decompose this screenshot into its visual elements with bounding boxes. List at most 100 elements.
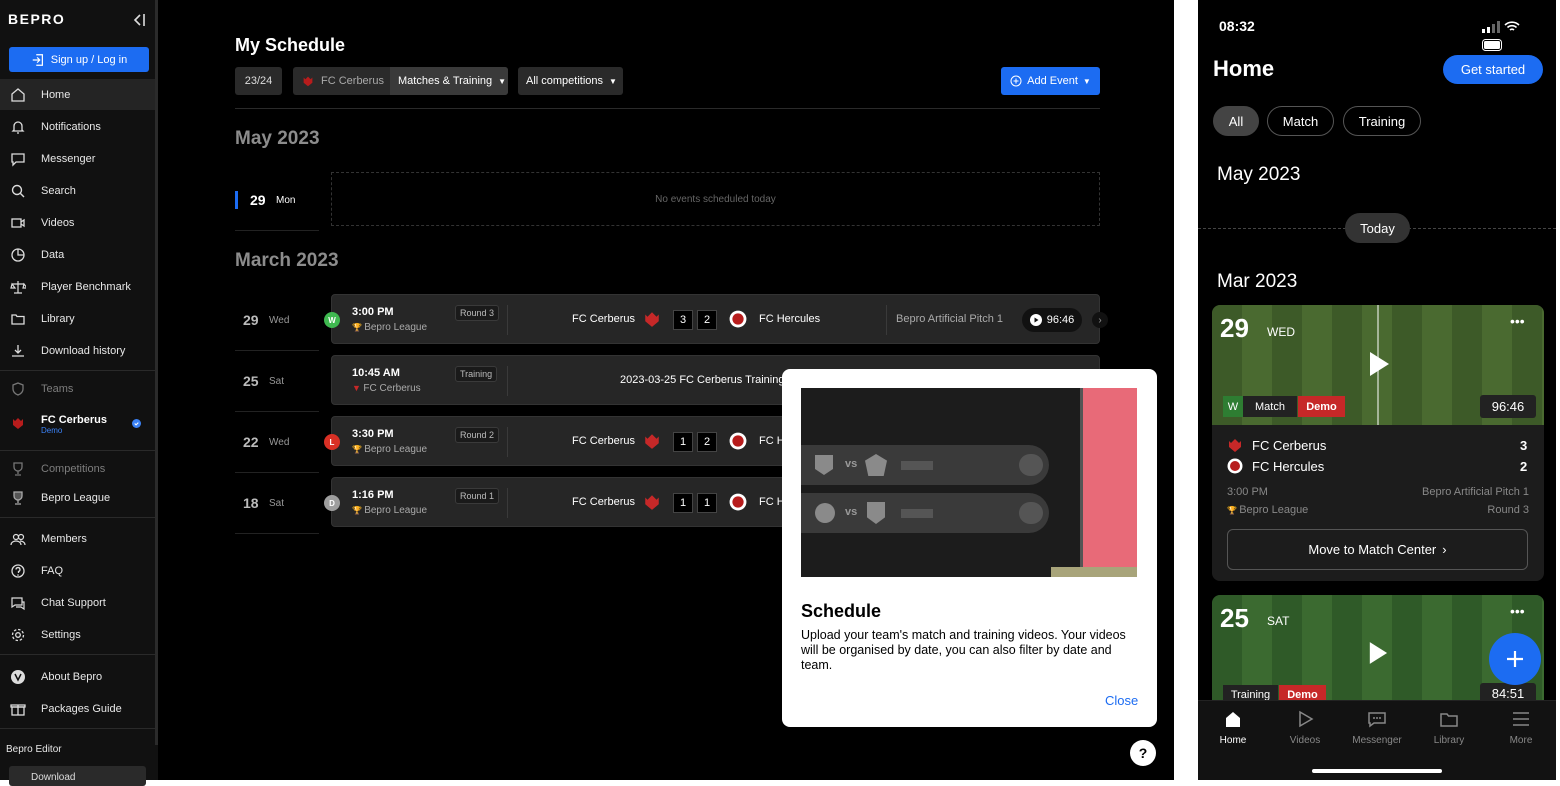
ball-icon — [815, 503, 835, 523]
card-divider — [507, 488, 508, 518]
trophy-icon: 🏆 — [352, 445, 365, 454]
sidebar-item-settings[interactable]: Settings — [0, 619, 155, 650]
get-started-button[interactable]: Get started — [1443, 55, 1543, 84]
sidebar-item-packages-guide[interactable]: Packages Guide — [0, 693, 155, 724]
hercules-crest-icon — [729, 432, 747, 450]
play-outline-icon — [1299, 710, 1314, 728]
sidebar-item-label: Members — [41, 532, 87, 545]
type-badge: Match — [1243, 396, 1297, 417]
close-button[interactable]: Close — [1105, 693, 1138, 708]
chat-bubble-icon — [11, 152, 25, 167]
sidebar-item-chat-support[interactable]: Chat Support — [0, 587, 155, 618]
more-options-icon[interactable]: ••• — [1510, 313, 1525, 329]
match-event-card[interactable]: W 3:00 PM 🏆 Bepro League Round 3 FC Cerb… — [324, 294, 1108, 344]
venue: Bepro Artificial Pitch 1 — [896, 313, 1003, 325]
teams-header: Teams — [0, 373, 155, 404]
sidebar-item-label: Home — [41, 88, 71, 101]
away-team: FC Hercules — [759, 313, 821, 325]
shield-icon — [12, 381, 24, 396]
sidebar-item-about-bepro[interactable]: About Bepro — [0, 661, 155, 692]
video-duration: 96:46 — [1046, 314, 1075, 326]
season-selector[interactable]: 23/24 — [235, 67, 282, 95]
play-icon — [1029, 314, 1042, 326]
trophy-icon: 🏆 — [1227, 506, 1240, 515]
add-fab-button[interactable] — [1489, 633, 1541, 685]
gift-icon — [10, 703, 26, 716]
chevron-right-icon[interactable]: › — [1092, 312, 1108, 328]
team-crest-icon: ▼ — [352, 383, 364, 393]
empty-day-slot: No events scheduled today — [331, 172, 1100, 226]
type-filter-dropdown[interactable]: Matches & Training ▼ — [390, 67, 508, 95]
play-icon[interactable] — [1368, 351, 1390, 377]
cerberus-crest-icon — [645, 434, 659, 449]
sidebar: BEPRO Sign up / Log in Home Notification… — [0, 0, 158, 786]
play-icon[interactable] — [1368, 641, 1388, 665]
sidebar-item-data[interactable]: Data — [0, 239, 155, 270]
add-event-button[interactable]: Add Event ▼ — [1001, 67, 1100, 95]
shield-icon — [815, 455, 833, 475]
sidebar-competition-bepro-league[interactable]: Bepro League — [0, 482, 155, 513]
card-weekday: SAT — [1267, 614, 1290, 628]
sidebar-item-notifications[interactable]: Notifications — [0, 111, 155, 142]
video-camera-icon — [1019, 454, 1043, 476]
sidebar-item-player-benchmark[interactable]: Player Benchmark — [0, 271, 155, 302]
team-filter[interactable]: FC Cerberus Matches & Training ▼ — [293, 67, 508, 95]
tab-label: Home — [1219, 735, 1247, 746]
sidebar-item-label: Player Benchmark — [41, 280, 131, 293]
hercules-crest-icon — [729, 493, 747, 511]
filter-all[interactable]: All — [1213, 106, 1259, 136]
match-thumbnail[interactable]: 29 WED ••• W Match Demo 96:46 — [1212, 305, 1544, 425]
collapse-sidebar-icon[interactable] — [131, 12, 147, 28]
sidebar-item-messenger[interactable]: Messenger — [0, 143, 155, 174]
today-marker — [235, 191, 238, 209]
trophy-icon: 🏆 — [352, 323, 365, 332]
training-title: 2023-03-25 FC Cerberus Training — [620, 374, 785, 386]
sidebar-item-faq[interactable]: FAQ — [0, 555, 155, 586]
card-divider — [507, 427, 508, 457]
card-divider — [507, 366, 508, 396]
signup-login-button[interactable]: Sign up / Log in — [9, 47, 149, 72]
move-to-match-center-button[interactable]: Move to Match Center › — [1227, 529, 1528, 570]
competition-name: Bepro League — [364, 505, 428, 516]
tab-home[interactable]: Home — [1203, 709, 1263, 746]
search-icon — [11, 184, 25, 197]
tab-videos[interactable]: Videos — [1275, 709, 1335, 746]
sidebar-item-download-history[interactable]: Download history — [0, 335, 155, 366]
sidebar-item-home[interactable]: Home — [0, 79, 155, 110]
away-score: 2 — [1520, 459, 1528, 474]
sidebar-item-library[interactable]: Library — [0, 303, 155, 334]
day-number: 22 — [243, 434, 259, 450]
signal-icon — [1482, 21, 1500, 33]
help-button[interactable]: ? — [1130, 740, 1156, 766]
tab-messenger[interactable]: Messenger — [1347, 709, 1407, 746]
login-icon — [32, 53, 43, 66]
filter-match[interactable]: Match — [1267, 106, 1334, 136]
day-number: 29 — [250, 192, 266, 208]
event-competition: 🏆 Bepro League — [352, 505, 427, 516]
card-day: 25 — [1220, 603, 1249, 633]
popup-title: Schedule — [801, 601, 882, 621]
event-time: 1:16 PM — [352, 489, 394, 501]
tab-more[interactable]: More — [1491, 709, 1551, 746]
question-circle-icon — [11, 563, 25, 578]
result-badge-win: W — [1223, 396, 1243, 417]
sidebar-divider — [0, 728, 155, 729]
more-options-icon[interactable]: ••• — [1510, 603, 1525, 619]
add-event-label: Add Event — [1027, 75, 1078, 87]
tab-library[interactable]: Library — [1419, 709, 1479, 746]
play-video-button[interactable]: 96:46 — [1022, 308, 1082, 332]
plus-icon — [1507, 651, 1523, 667]
sidebar-team-fc-cerberus[interactable]: FC Cerberus Demo — [0, 408, 155, 438]
sidebar-item-search[interactable]: Search — [0, 175, 155, 206]
weekday: Sat — [269, 375, 285, 387]
day-cell: 22 Wed — [235, 412, 319, 473]
event-competition: 🏆 Bepro League — [352, 322, 427, 333]
sidebar-item-videos[interactable]: Videos — [0, 207, 155, 238]
sidebar-item-members[interactable]: Members — [0, 523, 155, 554]
month-heading: May 2023 — [1217, 164, 1301, 185]
filter-training[interactable]: Training — [1343, 106, 1421, 136]
sidebar-item-label: Data — [41, 248, 65, 261]
competition-filter-dropdown[interactable]: All competitions ▼ — [518, 67, 623, 95]
match-card[interactable]: 29 WED ••• W Match Demo 96:46 FC Cerberu… — [1212, 305, 1544, 581]
download-editor-button[interactable]: Download — [9, 766, 146, 786]
